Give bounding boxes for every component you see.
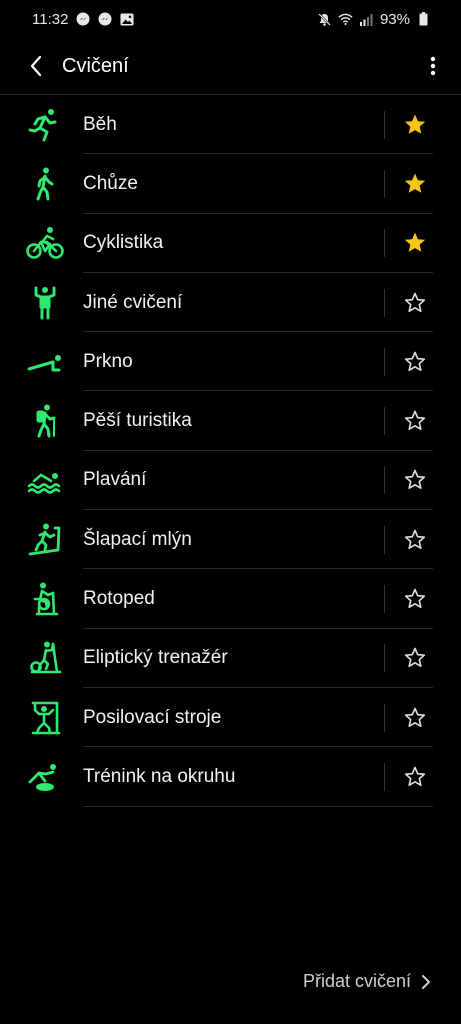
more-options-button[interactable] (423, 46, 443, 86)
star-outline-icon (404, 707, 426, 727)
exercise-bike-icon (24, 578, 66, 620)
divider (384, 525, 385, 554)
exercise-list: Běh Chůze Cyklistika Jiné cvičení Prkno … (0, 95, 461, 807)
exercise-row-posilovaci-stroje[interactable]: Posilovací stroje (0, 688, 461, 748)
running-icon (24, 104, 66, 146)
favorite-toggle[interactable] (401, 289, 429, 317)
divider (384, 703, 385, 732)
status-bar: 11:32 93% (0, 0, 461, 38)
exercise-row-chuze[interactable]: Chůze (0, 154, 461, 214)
chevron-left-icon (30, 55, 42, 77)
circuit-training-icon (24, 756, 66, 798)
wifi-icon (338, 12, 353, 27)
cycling-icon (24, 222, 66, 264)
favorite-toggle[interactable] (401, 229, 429, 257)
status-time: 11:32 (32, 10, 69, 28)
signal-icon (359, 12, 374, 27)
divider (384, 644, 385, 673)
divider (384, 762, 385, 791)
exercise-row-elipticky-trenazer[interactable]: Eliptický trenažér (0, 629, 461, 689)
exercise-row-slapaci-mlyn[interactable]: Šlapací mlýn (0, 510, 461, 570)
battery-icon (416, 12, 431, 27)
exercise-label: Plavání (83, 469, 147, 491)
divider (384, 407, 385, 436)
star-outline-icon (404, 351, 426, 371)
exercise-label: Jiné cvičení (83, 291, 183, 313)
exercise-row-pesi-turistika[interactable]: Pěší turistika (0, 391, 461, 452)
star-outline-icon (404, 648, 426, 668)
favorite-toggle[interactable] (401, 644, 429, 672)
page-title: Cvičení (62, 54, 129, 77)
treadmill-icon (24, 519, 66, 561)
divider (384, 347, 385, 376)
messenger-icon (75, 12, 90, 27)
favorite-toggle[interactable] (401, 526, 429, 554)
exercise-label: Chůze (83, 172, 138, 194)
swimming-icon (24, 459, 66, 501)
favorite-toggle[interactable] (401, 407, 429, 435)
star-filled-icon (404, 232, 426, 253)
star-filled-icon (404, 173, 426, 193)
exercise-label: Prkno (83, 350, 133, 372)
mute-icon (317, 12, 332, 27)
favorite-toggle[interactable] (401, 763, 429, 791)
exercise-label: Šlapací mlýn (83, 528, 192, 550)
exercise-label: Eliptický trenažér (83, 647, 228, 669)
exercise-row-jine-cviceni[interactable]: Jiné cvičení (0, 273, 461, 333)
divider (384, 288, 385, 317)
exercise-row-trenink-na-okruhu[interactable]: Trénink na okruhu (0, 747, 461, 807)
divider (384, 110, 385, 139)
weight-machine-icon (24, 697, 66, 739)
star-outline-icon (404, 588, 426, 609)
star-outline-icon (404, 766, 426, 786)
star-outline-icon (404, 292, 426, 312)
add-exercise-button[interactable]: Přidat cvičení (303, 971, 431, 992)
exercise-row-rotoped[interactable]: Rotoped (0, 569, 461, 629)
star-filled-icon (404, 114, 426, 134)
app-bar: Cvičení (0, 38, 461, 94)
favorite-toggle[interactable] (401, 170, 429, 198)
star-outline-icon (404, 470, 426, 490)
favorite-toggle[interactable] (401, 585, 429, 613)
divider (384, 229, 385, 258)
add-exercise-label: Přidat cvičení (302, 971, 411, 991)
favorite-toggle[interactable] (401, 111, 429, 139)
favorite-toggle[interactable] (401, 466, 429, 494)
chevron-right-icon (422, 974, 430, 989)
more-vertical-icon (430, 56, 436, 76)
exercise-label: Běh (83, 113, 117, 135)
elliptical-icon (24, 637, 66, 679)
divider (384, 466, 385, 495)
exercise-row-plavani[interactable]: Plavání (0, 451, 461, 511)
star-outline-icon (404, 410, 426, 431)
favorite-toggle[interactable] (401, 704, 429, 732)
exercise-label: Rotoped (83, 588, 155, 610)
exercise-label: Posilovací stroje (83, 706, 222, 728)
exercise-label: Pěší turistika (83, 410, 192, 432)
walking-icon (24, 163, 66, 205)
messenger-icon (97, 12, 112, 27)
star-outline-icon (404, 529, 426, 549)
gallery-icon (119, 12, 134, 27)
exercise-label: Trénink na okruhu (83, 765, 236, 787)
favorite-toggle[interactable] (401, 348, 429, 376)
divider (384, 585, 385, 614)
other-exercise-icon (24, 282, 66, 324)
exercise-row-prkno[interactable]: Prkno (0, 332, 461, 392)
exercise-row-cyklistika[interactable]: Cyklistika (0, 214, 461, 274)
exercise-label: Cyklistika (83, 232, 164, 254)
battery-percent: 93% (379, 10, 410, 28)
exercise-row-beh[interactable]: Běh (0, 95, 461, 155)
divider (384, 169, 385, 198)
back-button[interactable] (18, 46, 54, 86)
plank-icon (24, 341, 66, 383)
hiking-icon (24, 400, 66, 442)
